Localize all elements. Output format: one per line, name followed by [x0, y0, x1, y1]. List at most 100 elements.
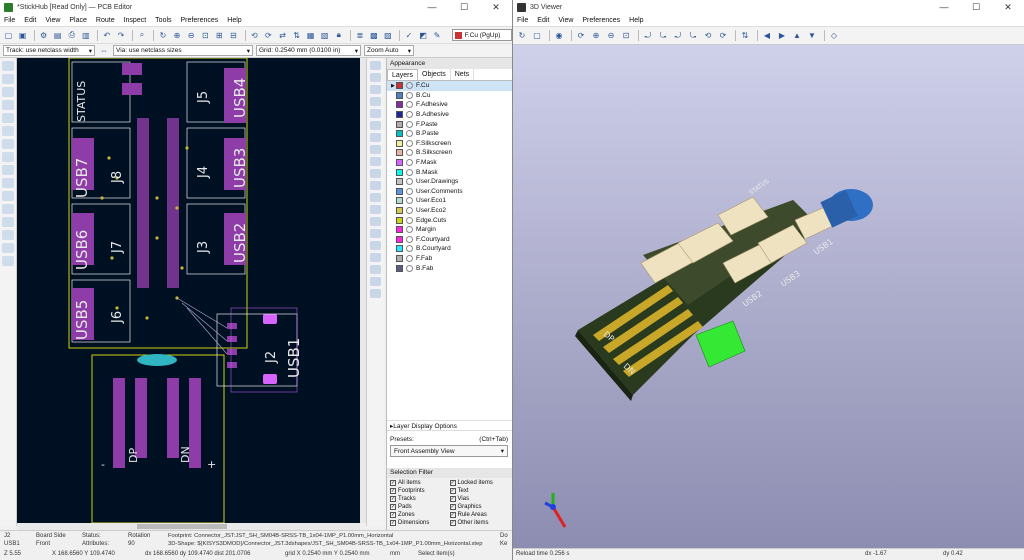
- menu-preferences[interactable]: Preferences: [181, 17, 219, 24]
- layer-row[interactable]: User.Eco1: [387, 196, 512, 206]
- via-sketch-icon[interactable]: [2, 204, 14, 214]
- delete-tool-icon[interactable]: [370, 265, 381, 274]
- layer-row[interactable]: B.Mask: [387, 167, 512, 177]
- pcb-canvas[interactable]: USB7 USB6 USB5 USB4 USB3 USB2 USB1 J8 J7…: [17, 58, 360, 523]
- layer-row[interactable]: B.Fab: [387, 263, 512, 273]
- layer-color-swatch[interactable]: [396, 178, 403, 186]
- viewer-menu-file[interactable]: File: [517, 17, 528, 24]
- zoom-objects-icon[interactable]: ⊞: [214, 29, 225, 41]
- selection-filter-item[interactable]: ✓ Vias: [449, 495, 510, 503]
- viewer-menu-edit[interactable]: Edit: [537, 17, 549, 24]
- visibility-eye-icon[interactable]: [406, 168, 413, 176]
- layer-row[interactable]: B.Paste: [387, 129, 512, 139]
- board-setup-icon[interactable]: ⚙: [38, 29, 49, 41]
- footprint-browser-icon[interactable]: ▨: [382, 29, 393, 41]
- route-diff-pair-icon[interactable]: [370, 121, 381, 130]
- viewer-menu-preferences[interactable]: Preferences: [582, 17, 620, 24]
- lock-icon[interactable]: 🔒︎: [333, 29, 344, 41]
- layer-color-swatch[interactable]: [396, 216, 403, 224]
- minimize-button[interactable]: —: [416, 0, 448, 14]
- layer-row[interactable]: Edge.Cuts: [387, 215, 512, 225]
- visibility-eye-icon[interactable]: [406, 139, 413, 147]
- layer-color-swatch[interactable]: [396, 245, 403, 253]
- rotate-z-ccw-icon[interactable]: ⟳: [717, 30, 729, 42]
- maximize-button[interactable]: ☐: [960, 0, 992, 14]
- set-origin-icon[interactable]: [370, 277, 381, 286]
- zoom-select[interactable]: Zoom Auto ▾: [364, 45, 414, 56]
- layer-color-swatch[interactable]: [396, 130, 403, 138]
- select-tool-icon[interactable]: [370, 61, 381, 70]
- visibility-eye-icon[interactable]: [406, 254, 413, 262]
- selection-filter-item[interactable]: ✓ Graphics: [449, 503, 510, 511]
- ratsnest-icon[interactable]: [2, 139, 14, 149]
- save-icon[interactable]: ▣: [17, 29, 28, 41]
- layer-row[interactable]: F.Courtyard: [387, 235, 512, 245]
- layer-row[interactable]: Margin: [387, 225, 512, 235]
- scripting-icon[interactable]: ✎: [432, 29, 443, 41]
- tab-layers[interactable]: Layers: [387, 69, 419, 80]
- zoom-selection-icon[interactable]: ⊟: [228, 29, 239, 41]
- checkbox[interactable]: ✓: [390, 512, 396, 518]
- grid-toggle-icon[interactable]: [2, 61, 14, 71]
- visibility-eye-icon[interactable]: [406, 226, 413, 234]
- layer-color-swatch[interactable]: [396, 149, 403, 157]
- add-keepout-icon[interactable]: [370, 169, 381, 178]
- viewer-menu-view[interactable]: View: [558, 17, 573, 24]
- footprint-editor-icon[interactable]: ▩: [368, 29, 379, 41]
- copy-image-icon[interactable]: ▢: [531, 30, 543, 42]
- selection-filter-item[interactable]: ✓ Tracks: [390, 495, 450, 503]
- add-text-icon[interactable]: [370, 241, 381, 250]
- zoom-in-icon[interactable]: ⊕: [590, 30, 602, 42]
- layer-color-swatch[interactable]: [396, 82, 403, 90]
- selection-filter-item[interactable]: ✓ All items: [390, 479, 450, 487]
- layer-color-swatch[interactable]: [396, 91, 403, 99]
- units-mil-icon[interactable]: [2, 100, 14, 110]
- polar-coords-icon[interactable]: [2, 74, 14, 84]
- tab-nets[interactable]: Nets: [451, 69, 475, 80]
- via-size-select[interactable]: Via: use netclass sizes ▾: [113, 45, 253, 56]
- zoom-in-icon[interactable]: ⊕: [171, 29, 182, 41]
- layer-color-swatch[interactable]: [396, 254, 403, 262]
- pan-right-icon[interactable]: ▶: [776, 30, 788, 42]
- refresh-view-icon[interactable]: ⟳: [575, 30, 587, 42]
- layer-color-swatch[interactable]: [396, 207, 403, 215]
- menu-inspect[interactable]: Inspect: [124, 17, 147, 24]
- canvas-horizontal-scrollbar[interactable]: [17, 523, 360, 530]
- reload-board-icon[interactable]: ↻: [516, 30, 528, 42]
- ortho-view-icon[interactable]: ◇: [828, 30, 840, 42]
- layer-color-swatch[interactable]: [396, 139, 403, 147]
- menu-file[interactable]: File: [4, 17, 15, 24]
- maximize-button[interactable]: ☐: [448, 0, 480, 14]
- add-footprint-icon[interactable]: [370, 97, 381, 106]
- checkbox[interactable]: ✓: [390, 504, 396, 510]
- add-dimension-icon[interactable]: [370, 253, 381, 262]
- rotate-y-ccw-icon[interactable]: ⤿: [687, 30, 699, 42]
- tune-length-icon[interactable]: [370, 133, 381, 142]
- visibility-eye-icon[interactable]: [406, 149, 413, 157]
- cursor-shape-icon[interactable]: [2, 126, 14, 136]
- layer-color-swatch[interactable]: [396, 168, 403, 176]
- visibility-eye-icon[interactable]: [406, 235, 413, 243]
- layer-row[interactable]: User.Drawings: [387, 177, 512, 187]
- print-icon[interactable]: ⎙: [66, 29, 77, 41]
- checkbox[interactable]: ✓: [449, 520, 456, 526]
- rotate-z-cw-icon[interactable]: ⟲: [702, 30, 714, 42]
- grid-select[interactable]: Grid: 0.2540 mm (0.0100 in) ▾: [256, 45, 361, 56]
- raytrace-icon[interactable]: ◉: [553, 30, 565, 42]
- checkbox[interactable]: ✓: [449, 496, 456, 502]
- layer-row[interactable]: F.Fab: [387, 254, 512, 264]
- zoom-out-icon[interactable]: ⊖: [605, 30, 617, 42]
- high-contrast-icon[interactable]: [2, 230, 14, 240]
- scrollbar-thumb[interactable]: [137, 524, 227, 529]
- visibility-eye-icon[interactable]: [406, 207, 413, 215]
- layer-color-swatch[interactable]: [396, 264, 403, 272]
- pan-left-icon[interactable]: ◀: [761, 30, 773, 42]
- minimize-button[interactable]: —: [928, 0, 960, 14]
- visibility-eye-icon[interactable]: [406, 120, 413, 128]
- draw-circle-icon[interactable]: [370, 217, 381, 226]
- draw-rectangle-icon[interactable]: [370, 205, 381, 214]
- units-inch-icon[interactable]: [2, 87, 14, 97]
- checkbox[interactable]: ✓: [390, 520, 396, 526]
- draw-line-icon[interactable]: [370, 181, 381, 190]
- visibility-eye-icon[interactable]: [406, 264, 413, 272]
